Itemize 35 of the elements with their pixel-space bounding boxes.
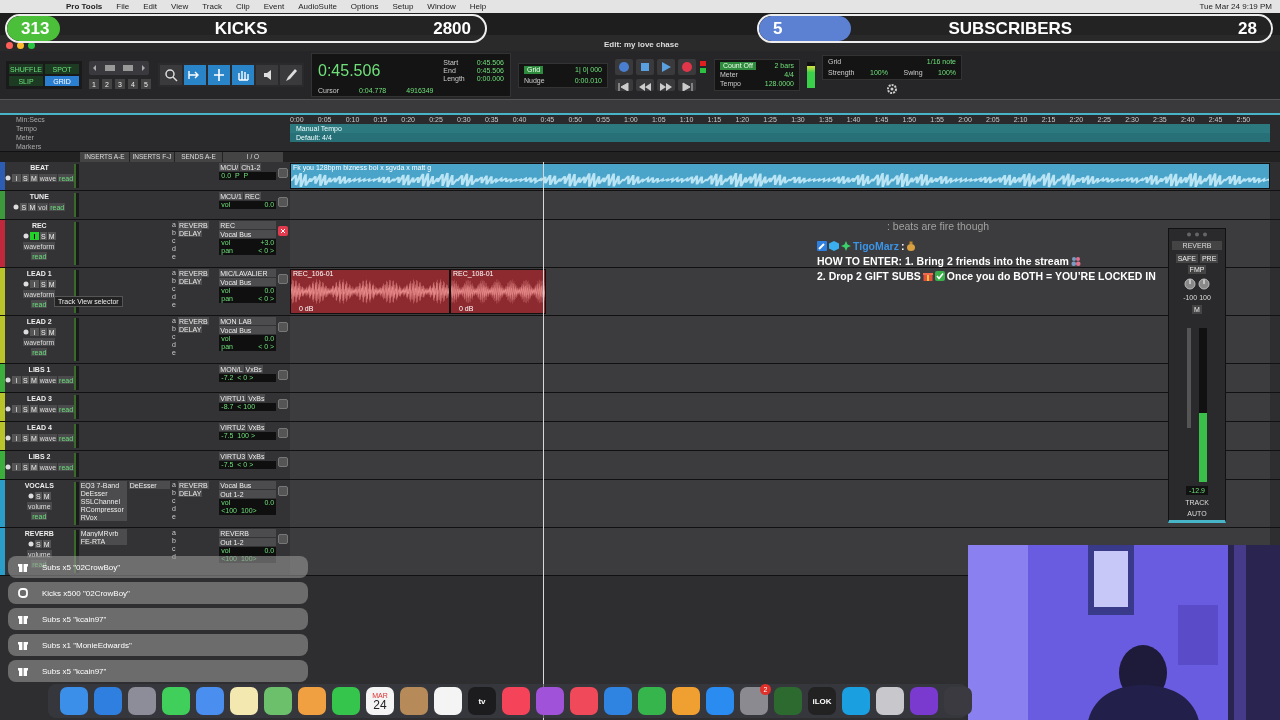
menu-item[interactable]: Clip (235, 2, 250, 11)
menu-item[interactable]: View (171, 2, 189, 11)
alert-text: Kicks x500 "02CrowBoy" (42, 588, 130, 598)
alert-text: Subs x1 "MonieEdwards" (42, 640, 132, 650)
main-counter: 0:45.506 (318, 62, 381, 80)
menu-item[interactable]: Pro Tools (66, 2, 103, 11)
menu-item[interactable]: Setup (392, 2, 414, 11)
goal-target: 28 (1238, 18, 1257, 39)
goal-label: KICKS (213, 18, 269, 39)
app-icon[interactable]: tv (468, 687, 496, 715)
goal-count: 313 (21, 18, 50, 39)
app-icon[interactable]: iLOK (808, 687, 836, 715)
menu-item[interactable]: Window (427, 2, 456, 11)
menu-item[interactable]: Help (469, 2, 487, 11)
menu-clock: Tue Mar 24 9:19 PM (1199, 2, 1272, 11)
window-title: Edit: my love chase (604, 40, 679, 49)
menu-item[interactable]: Event (263, 2, 285, 11)
menu-item[interactable]: Track (202, 2, 222, 11)
goal-target: 2800 (433, 18, 471, 39)
app-label: iLOK (812, 696, 832, 706)
chat-message: : beats are fire though (887, 220, 990, 232)
goal-count: 5 (773, 18, 783, 39)
chat-message: Once you do BOTH = YOU’RE LOCKED IN (946, 270, 1156, 282)
chat-message: 2. Drop 2 GIFT SUBS (817, 270, 921, 282)
menu-item[interactable]: File (116, 2, 130, 11)
calendar-day: 24 (373, 698, 387, 711)
chat-message: HOW TO ENTER: 1. Bring 2 friends into the stream (817, 255, 1069, 267)
alert-text: Subs x5 "kcain97" (42, 614, 107, 624)
menu-item[interactable]: Edit (143, 2, 157, 11)
goal-label: SUBSCRIBERS (947, 18, 1074, 39)
menu-item[interactable]: AudioSuite (298, 2, 337, 11)
menu-item[interactable]: Options (350, 2, 379, 11)
app-label: tv (478, 696, 486, 706)
alert-text: Subs x5 "kcain97" (42, 666, 107, 676)
chat-message: : (900, 240, 905, 252)
